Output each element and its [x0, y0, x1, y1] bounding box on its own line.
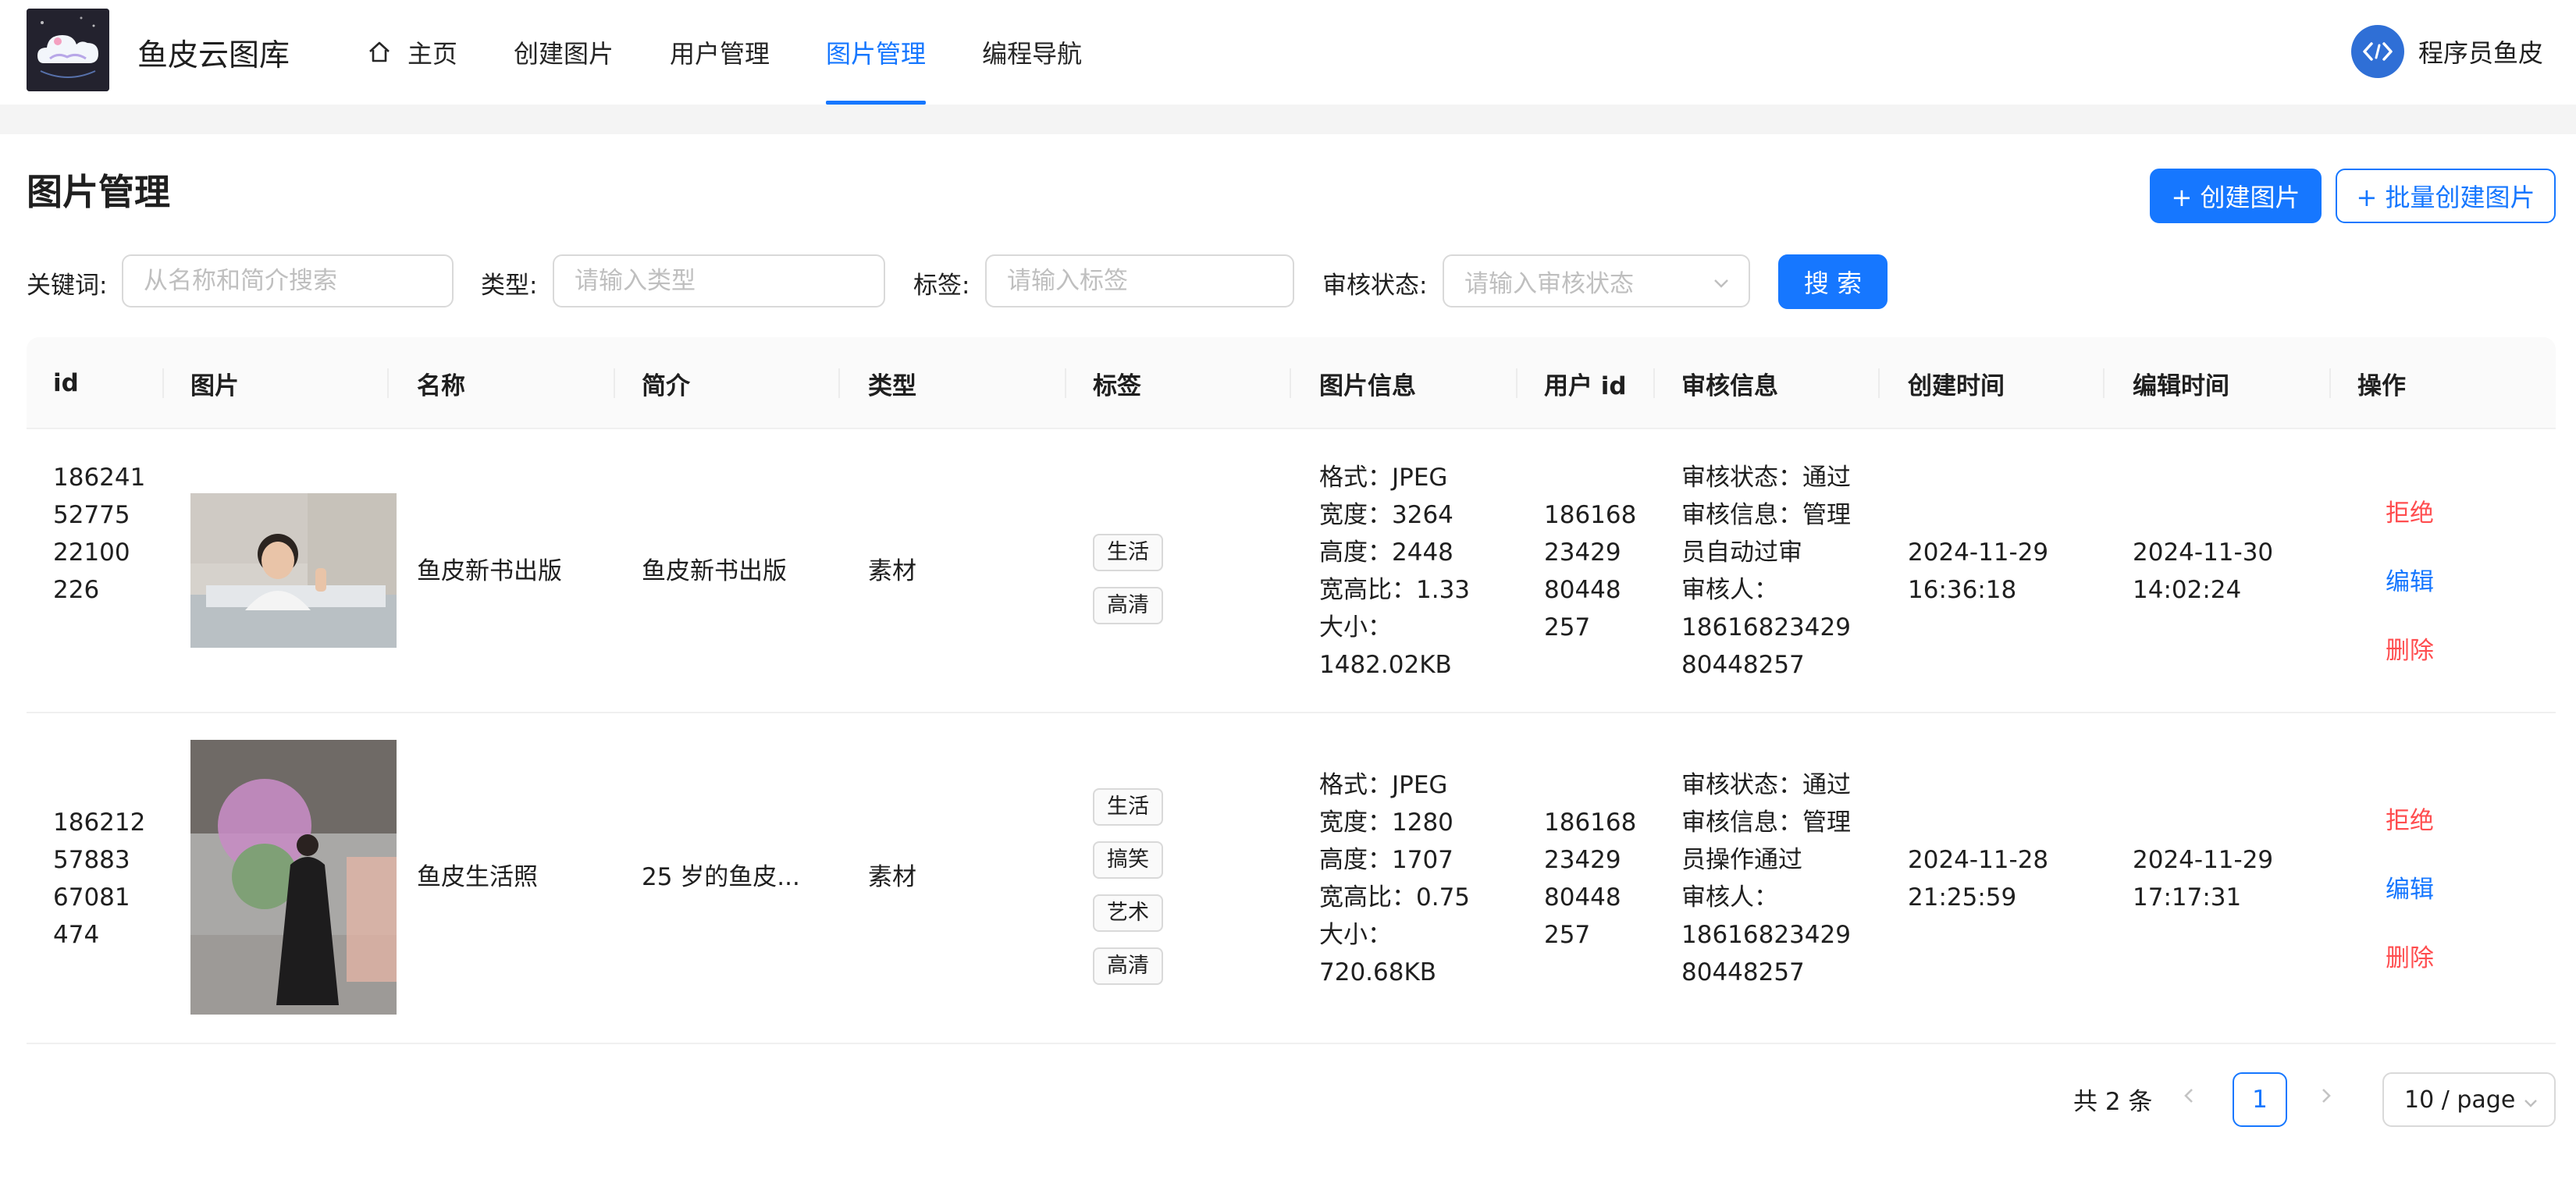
cell-review-info: 审核状态：通过 审核信息：管理 员自动过审 审核人： 18616823429 804482…: [1681, 464, 1851, 679]
chevron-down-icon: [2521, 1091, 2540, 1118]
cell-tags: 生活 高清: [1093, 534, 1163, 640]
cell-tags: 生活 搞笑 艺术 高清: [1093, 788, 1163, 1001]
review-status-placeholder: 请输入审核状态: [1464, 269, 1634, 298]
user-name[interactable]: 程序员鱼皮: [2418, 34, 2543, 69]
column-header-edited-time: 编辑时间: [2133, 371, 2229, 400]
nav-item-user-management[interactable]: 用户管理: [670, 0, 770, 105]
pagination-prev-icon[interactable]: [2178, 1085, 2200, 1110]
review-status-label: 审核状态:: [1322, 272, 1428, 300]
avatar[interactable]: [2350, 25, 2404, 78]
column-divider: [387, 368, 389, 398]
picture-thumbnail[interactable]: [190, 493, 397, 648]
column-divider: [1290, 368, 1291, 398]
nav-item-programming-nav[interactable]: 编程导航: [982, 0, 1082, 105]
tag-badge: 搞笑: [1093, 841, 1163, 879]
column-header-id: id: [53, 369, 79, 397]
site-logo[interactable]: [27, 9, 109, 91]
user-menu[interactable]: 程序员鱼皮: [2350, 25, 2543, 78]
batch-create-picture-button[interactable]: + 批量创建图片: [2336, 169, 2556, 223]
tag-badge: 生活: [1093, 788, 1163, 826]
cell-type: 素材: [868, 557, 916, 585]
nav-item-picture-management[interactable]: 图片管理: [826, 0, 927, 105]
picture-thumbnail[interactable]: [190, 740, 397, 1015]
header-divider-band: [0, 105, 2576, 134]
create-picture-button[interactable]: + 创建图片: [2150, 169, 2322, 223]
tag-label: 标签:: [913, 272, 970, 300]
column-header-tags: 标签: [1093, 371, 1141, 400]
home-icon: [367, 40, 392, 65]
tag-badge: 高清: [1093, 947, 1163, 985]
page-title: 图片管理: [27, 171, 170, 213]
column-divider: [1065, 368, 1066, 398]
column-divider: [1878, 368, 1880, 398]
cell-picture-info: 格式：JPEG 宽度：3264 高度：2448 宽高比：1.33 大小： 1482.02K…: [1319, 464, 1471, 679]
nav-item-create-picture[interactable]: 创建图片: [514, 0, 614, 105]
cell-intro: 鱼皮新书出版: [642, 557, 787, 585]
keyword-search-input[interactable]: [122, 254, 454, 307]
column-divider: [2329, 368, 2331, 398]
cell-name: 鱼皮生活照: [417, 863, 538, 891]
column-header-name: 名称: [417, 371, 465, 400]
column-header-user-id: 用户 id: [1544, 371, 1627, 400]
column-divider: [614, 368, 615, 398]
pagination-total: 共 2 条: [2073, 1088, 2153, 1116]
pagination-page-1[interactable]: 1: [2233, 1072, 2287, 1127]
cell-user-id: 186168 23429 80448 257: [1544, 501, 1637, 642]
page-size-select[interactable]: 10 / page: [2382, 1072, 2556, 1127]
cell-type: 素材: [868, 863, 916, 891]
column-divider: [1516, 368, 1517, 398]
nav-item-home[interactable]: 主页: [367, 0, 457, 105]
review-status-select[interactable]: 请输入审核状态: [1443, 254, 1750, 307]
column-header-picture-info: 图片信息: [1319, 371, 1416, 400]
delete-button[interactable]: 删除: [2386, 938, 2434, 973]
column-header-actions: 操作: [2357, 371, 2406, 400]
cell-user-id: 186168 23429 80448 257: [1544, 809, 1637, 949]
cell-edited-time: 2024-11-29 17:17:31: [2133, 846, 2274, 912]
column-divider: [162, 368, 164, 398]
cell-created-time: 2024-11-28 21:25:59: [1908, 846, 2049, 912]
edit-button[interactable]: 编辑: [2386, 869, 2434, 905]
tag-input[interactable]: [985, 254, 1294, 307]
tag-badge: 生活: [1093, 534, 1163, 571]
keyword-label: 关键词:: [27, 272, 108, 300]
column-header-created-time: 创建时间: [1908, 371, 2005, 400]
pagination-next-icon[interactable]: [2315, 1085, 2337, 1110]
tag-badge: 艺术: [1093, 894, 1163, 932]
table-header: id 图片 名称 简介 类型 标签 图片信息 用户 id 审核信息 创建时间 编…: [27, 337, 2556, 429]
column-divider: [1653, 368, 1655, 398]
cell-intro: 25 岁的鱼皮...: [642, 863, 800, 891]
type-input[interactable]: [553, 254, 885, 307]
delete-button[interactable]: 删除: [2386, 631, 2434, 666]
top-header: 鱼皮云图库 主页 创建图片 用户管理 图片管理 编程导航 程序员鱼皮: [0, 0, 2576, 105]
row-divider: [27, 1043, 2556, 1044]
column-header-review-info: 审核信息: [1681, 371, 1778, 400]
column-header-type: 类型: [868, 371, 916, 400]
cell-id: 186241 52775 22100 226: [53, 464, 146, 604]
row-divider: [27, 712, 2556, 713]
cell-id: 186212 57883 67081 474: [53, 809, 146, 949]
cell-picture-info: 格式：JPEG 宽度：1280 高度：1707 宽高比：0.75 大小： 720.68KB: [1319, 771, 1471, 986]
cell-review-info: 审核状态：通过 审核信息：管理 员操作通过 审核人： 18616823429 804482…: [1681, 771, 1851, 986]
type-label: 类型:: [481, 272, 538, 300]
column-header-intro: 简介: [642, 371, 690, 400]
cell-created-time: 2024-11-29 16:36:18: [1908, 538, 2049, 604]
edit-button[interactable]: 编辑: [2386, 562, 2434, 597]
reject-button[interactable]: 拒绝: [2386, 493, 2434, 528]
cell-name: 鱼皮新书出版: [417, 557, 562, 585]
column-divider: [2103, 368, 2105, 398]
site-name[interactable]: 鱼皮云图库: [137, 31, 290, 75]
tag-badge: 高清: [1093, 587, 1163, 624]
search-button[interactable]: 搜 索: [1778, 254, 1888, 309]
main-nav: 主页 创建图片 用户管理 图片管理 编程导航: [367, 0, 1138, 105]
page-size-value: 10 / page: [2404, 1086, 2516, 1114]
column-header-image: 图片: [190, 371, 239, 400]
chevron-down-icon: [1711, 272, 1731, 300]
reject-button[interactable]: 拒绝: [2386, 801, 2434, 836]
nav-item-label: 主页: [407, 39, 458, 69]
cell-edited-time: 2024-11-30 14:02:24: [2133, 538, 2274, 604]
column-divider: [838, 368, 840, 398]
